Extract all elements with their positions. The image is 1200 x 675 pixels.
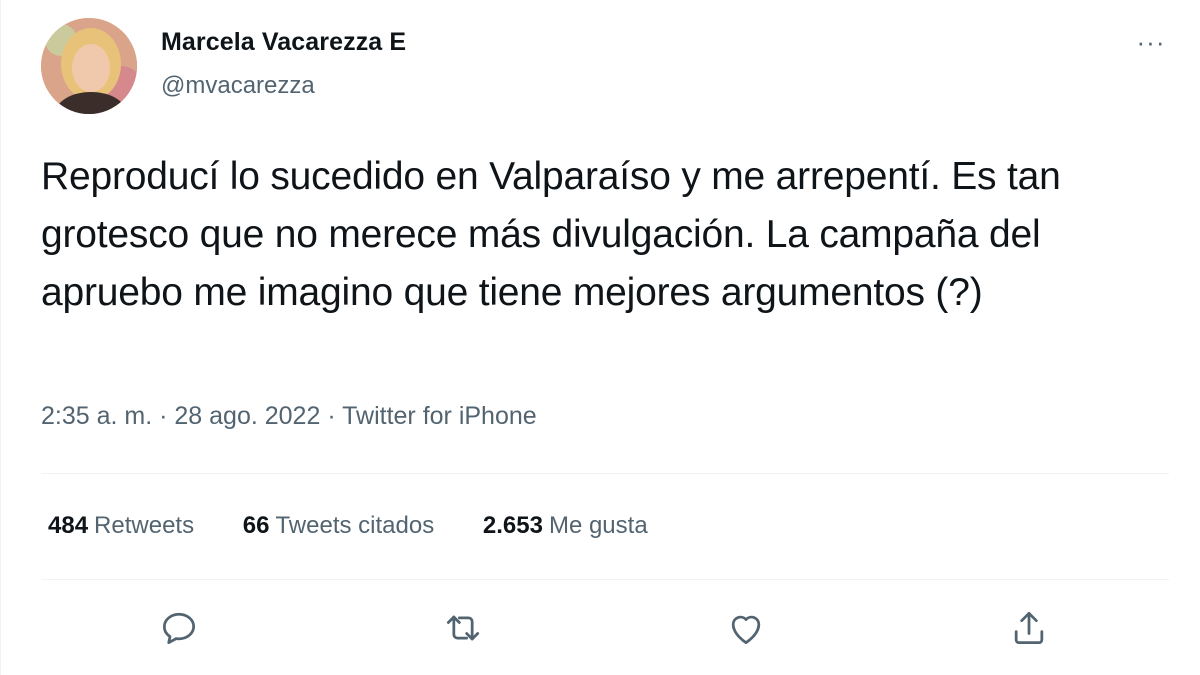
avatar-photo-icon [41, 18, 137, 114]
retweets-stat[interactable]: 484 Retweets [48, 512, 194, 540]
likes-label: Me gusta [548, 512, 648, 539]
meta-separator: · [152, 402, 175, 430]
divider [41, 473, 1169, 474]
quotes-stat[interactable]: 66 Tweets citados [243, 512, 434, 540]
author-name[interactable]: Marcela Vacarezza E [161, 28, 406, 57]
retweets-count: 484 [48, 512, 89, 539]
like-icon [731, 615, 761, 645]
likes-count: 2.653 [482, 512, 543, 539]
share-icon [1014, 611, 1044, 645]
retweets-label: Retweets [94, 512, 195, 539]
tweet-stats: 484 Retweets 66 Tweets citados 2.653 Me gus… [48, 512, 690, 540]
action-bar [41, 600, 1169, 660]
quotes-label: Tweets citados [275, 512, 435, 539]
retweet-button[interactable] [441, 606, 485, 650]
author-handle[interactable]: @mvacarezza [161, 72, 315, 100]
tweet-meta: 2:35 a. m. · 28 ago. 2022 · Twitter for … [41, 402, 537, 431]
like-button[interactable] [724, 606, 768, 650]
divider [41, 579, 1169, 580]
likes-stat[interactable]: 2.653 Me gusta [483, 512, 648, 540]
share-button[interactable] [1007, 606, 1051, 650]
retweet-icon [446, 615, 480, 641]
tweet-header: Marcela Vacarezza E @mvacarezza ··· [41, 18, 1171, 118]
quotes-count: 66 [242, 512, 270, 539]
reply-button[interactable] [157, 606, 201, 650]
more-options-icon[interactable]: ··· [1131, 29, 1171, 60]
tweet-time[interactable]: 2:35 a. m. [41, 402, 152, 430]
tweet-card: Marcela Vacarezza E @mvacarezza ··· Repr… [0, 0, 1200, 675]
reply-icon [162, 612, 196, 645]
meta-separator: · [320, 402, 343, 430]
avatar[interactable] [41, 18, 137, 114]
tweet-source[interactable]: Twitter for iPhone [342, 402, 537, 430]
tweet-date[interactable]: 28 ago. 2022 [174, 402, 320, 430]
tweet-text: Reproducí lo sucedido en Valparaíso y me… [41, 155, 1061, 314]
